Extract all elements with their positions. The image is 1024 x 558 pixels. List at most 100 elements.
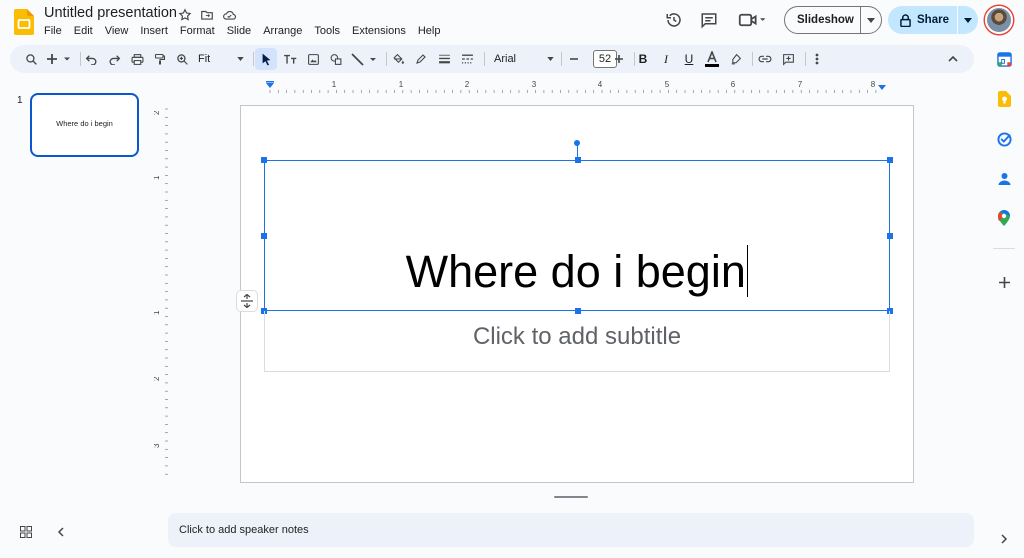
h-ruler-label: 1 (332, 80, 337, 89)
contacts-icon[interactable] (995, 170, 1013, 188)
fill-color-icon[interactable] (388, 49, 408, 69)
select-tool-icon[interactable] (255, 48, 277, 70)
menu-format[interactable]: Format (174, 24, 221, 38)
horizontal-ruler[interactable]: 1 1 2 3 4 5 6 7 8 (240, 79, 914, 93)
move-folder-icon[interactable] (198, 6, 216, 24)
subtitle-placeholder[interactable]: Click to add subtitle (473, 323, 681, 351)
italic-icon[interactable]: I (656, 49, 676, 69)
menu-view[interactable]: View (99, 24, 135, 38)
menu-extensions[interactable]: Extensions (346, 24, 412, 38)
zoom-chevron-icon (237, 57, 244, 61)
subtitle-text-box[interactable]: Click to add subtitle (264, 311, 890, 372)
slide-number: 1 (17, 95, 23, 106)
border-color-icon[interactable] (411, 49, 431, 69)
increase-font-size-icon[interactable] (609, 49, 629, 69)
resize-handle-top[interactable] (575, 157, 581, 163)
cloud-saved-icon[interactable] (220, 6, 238, 24)
search-menus-icon[interactable] (21, 49, 41, 69)
resize-handle-right[interactable] (887, 233, 893, 239)
meet-video-icon[interactable] (736, 8, 770, 32)
toolbar: Fit Arial 52 B I U (10, 45, 974, 73)
menu-arrange[interactable]: Arrange (257, 24, 308, 38)
keep-icon[interactable] (995, 90, 1013, 108)
slideshow-options-chevron-icon[interactable] (861, 7, 881, 33)
font-family-select[interactable]: Arial (494, 50, 554, 68)
shape-icon[interactable] (326, 49, 346, 69)
menu-edit[interactable]: Edit (68, 24, 99, 38)
insert-image-icon[interactable] (303, 49, 323, 69)
add-comment-icon[interactable] (778, 49, 798, 69)
menu-help[interactable]: Help (412, 24, 447, 38)
share-main[interactable]: Share (888, 6, 958, 34)
share-options-chevron-icon[interactable] (958, 6, 978, 34)
v-ruler-label: 2 (154, 110, 161, 115)
text-color-icon[interactable] (702, 49, 722, 69)
autofit-options-icon[interactable] (236, 290, 258, 312)
highlight-color-icon[interactable] (725, 49, 745, 69)
paint-format-icon[interactable] (150, 49, 170, 69)
menu-insert[interactable]: Insert (134, 24, 174, 38)
line-tool-icon[interactable] (349, 49, 379, 69)
account-avatar[interactable] (985, 6, 1013, 34)
slideshow-button[interactable]: Slideshow (784, 6, 882, 34)
text-caret (746, 245, 749, 297)
document-title[interactable]: Untitled presentation (44, 5, 177, 21)
title-text-box[interactable]: Where do i begin (261, 157, 893, 314)
underline-icon[interactable]: U (679, 49, 699, 69)
print-icon[interactable] (127, 49, 147, 69)
h-ruler-label: 7 (798, 80, 803, 89)
decrease-font-size-icon[interactable] (564, 49, 584, 69)
zoom-select[interactable]: Fit (198, 50, 244, 68)
hide-menus-chevron-up-icon[interactable] (943, 49, 963, 69)
calendar-icon[interactable] (995, 50, 1013, 68)
h-ruler-label: 3 (532, 80, 537, 89)
speaker-notes[interactable]: Click to add speaker notes (168, 513, 974, 547)
h-ruler-label: 1 (399, 80, 404, 89)
h-ruler-label: 5 (665, 80, 670, 89)
new-slide-plus-icon[interactable] (45, 49, 73, 69)
vertical-ruler[interactable]: 2 1 1 2 3 (154, 105, 168, 483)
text-box-icon[interactable] (280, 49, 300, 69)
side-panel-divider (993, 248, 1015, 249)
maps-icon[interactable] (995, 209, 1013, 227)
border-weight-icon[interactable] (434, 49, 454, 69)
redo-icon[interactable] (104, 49, 124, 69)
rotate-handle[interactable] (574, 140, 580, 146)
menu-slide[interactable]: Slide (221, 24, 257, 38)
insert-link-icon[interactable] (755, 49, 775, 69)
comments-icon[interactable] (697, 8, 721, 32)
undo-icon[interactable] (81, 49, 101, 69)
share-button[interactable]: Share (888, 6, 978, 34)
font-family-chevron-icon (547, 57, 554, 61)
zoom-value: Fit (198, 53, 211, 65)
star-icon[interactable] (176, 6, 194, 24)
h-ruler-label: 4 (598, 80, 603, 89)
h-ruler-label: 6 (731, 80, 736, 89)
more-options-icon[interactable] (807, 49, 827, 69)
speaker-notes-placeholder[interactable]: Click to add speaker notes (179, 524, 309, 536)
bold-icon[interactable]: B (633, 49, 653, 69)
share-label: Share (917, 14, 949, 26)
get-add-ons-plus-icon[interactable] (995, 273, 1013, 291)
notes-resize-handle[interactable] (554, 496, 588, 498)
collapse-filmstrip-chevron-icon[interactable] (52, 524, 68, 540)
slides-logo[interactable] (14, 9, 34, 35)
tasks-icon[interactable] (995, 130, 1013, 148)
resize-handle-top-right[interactable] (887, 157, 893, 163)
v-ruler-label: 2 (154, 376, 161, 381)
border-dash-icon[interactable] (457, 49, 477, 69)
menu-file[interactable]: File (38, 24, 68, 38)
title-text-container[interactable]: Where do i begin (265, 245, 889, 298)
slide-thumbnail[interactable]: Where do i begin (30, 93, 139, 157)
version-history-icon[interactable] (662, 8, 686, 32)
show-side-panel-chevron-icon[interactable] (995, 530, 1013, 548)
slideshow-label[interactable]: Slideshow (785, 7, 862, 33)
v-ruler-label: 1 (154, 310, 161, 315)
v-ruler-label: 1 (154, 175, 161, 180)
grid-view-icon[interactable] (18, 524, 34, 540)
resize-handle-left[interactable] (261, 233, 267, 239)
menu-tools[interactable]: Tools (308, 24, 346, 38)
zoom-icon[interactable] (172, 49, 192, 69)
resize-handle-top-left[interactable] (261, 157, 267, 163)
slide-title-text[interactable]: Where do i begin (406, 246, 746, 297)
